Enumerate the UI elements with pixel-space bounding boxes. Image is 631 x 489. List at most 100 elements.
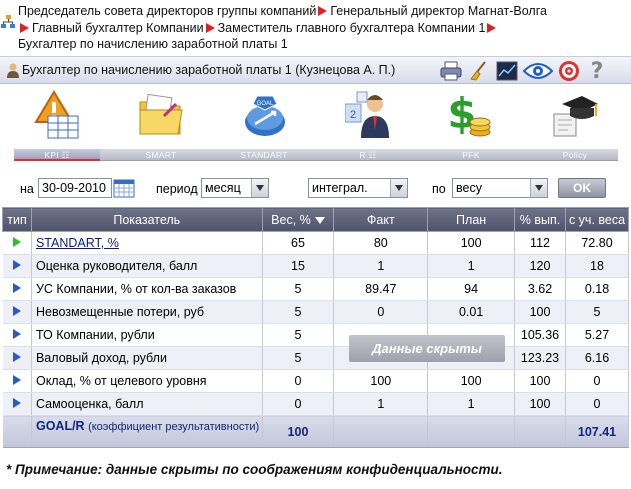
sort-label: по	[432, 182, 446, 196]
fact-cell: 100	[333, 369, 429, 393]
chevron-down-icon	[251, 179, 268, 197]
sort-value: весу	[456, 181, 482, 195]
play-blue-icon[interactable]	[12, 283, 21, 293]
weight-cell: 65	[262, 231, 335, 255]
table-row[interactable]: Самооценка, балл 0 1 1 100 0	[2, 392, 629, 416]
tab-kpi[interactable]: KPI ☷	[14, 149, 100, 161]
total-weight: 100	[262, 415, 335, 448]
sort-select[interactable]: весу	[452, 178, 548, 198]
help-icon[interactable]: ?	[585, 59, 609, 84]
play-green-icon[interactable]	[12, 237, 21, 247]
indicator-cell: STANDART, %	[31, 231, 263, 255]
indicator-name: УС Компании, % от кол-ва заказов	[35, 282, 237, 296]
breadcrumb: Председатель совета директоров группы ко…	[1, 3, 548, 53]
standart-goal-icon: GOAL	[245, 95, 285, 136]
plan-cell: 1	[427, 254, 516, 278]
indicator-name[interactable]: STANDART, %	[36, 236, 119, 250]
col-header-fact[interactable]: Факт	[333, 207, 429, 232]
svg-text:GOAL: GOAL	[257, 101, 274, 107]
pct-cell: 100	[514, 369, 566, 393]
row-type-cell	[2, 392, 32, 416]
filter-row: на 30-09-2010 период месяц интеграл. по …	[0, 178, 631, 200]
row-type-cell	[2, 323, 32, 347]
tab-pfk[interactable]: PFK	[428, 149, 514, 161]
confidentiality-note: * Примечание: данные скрыты по соображен…	[6, 462, 503, 477]
tab-policy[interactable]: Policy	[532, 149, 618, 161]
table-row[interactable]: ТО Компании, рубли 5 105.36 5.27	[2, 323, 629, 347]
row-type-cell	[2, 254, 32, 278]
breadcrumb-item[interactable]: Заместитель главного бухгалтера Компании…	[218, 21, 486, 35]
play-blue-icon[interactable]	[12, 306, 21, 316]
weight-cell: 15	[262, 254, 335, 278]
col-header-pct[interactable]: % вып.	[514, 207, 566, 232]
weighted-cell: 72.80	[565, 231, 629, 255]
table-row[interactable]: УС Компании, % от кол-ва заказов 5 89.47 94…	[2, 277, 629, 301]
play-blue-icon[interactable]	[12, 260, 21, 270]
fact-cell: 0	[333, 300, 429, 324]
col-header-type[interactable]: тип	[2, 207, 32, 232]
ok-button[interactable]: OK	[558, 178, 606, 198]
period-value: месяц	[205, 181, 241, 195]
calendar-icon[interactable]	[113, 178, 135, 198]
mode-select[interactable]: интеграл.	[308, 178, 408, 198]
breadcrumb-item[interactable]: Главный бухгалтер Компании	[32, 21, 204, 35]
row-type-cell	[2, 346, 32, 370]
col-header-weighted[interactable]: с уч. веса	[565, 207, 629, 232]
mode-value: интеграл.	[312, 181, 368, 195]
play-blue-icon[interactable]	[12, 352, 21, 362]
chart-window-icon[interactable]	[495, 59, 519, 83]
plan-cell: 1	[427, 392, 516, 416]
play-blue-icon[interactable]	[12, 329, 21, 339]
indicator-name: Оклад, % от целевого уровня	[35, 374, 207, 388]
indicator-name: Оценка руководителя, балл	[35, 259, 198, 273]
date-field[interactable]: 30-09-2010	[38, 178, 112, 198]
tab-standart[interactable]: STANDART	[221, 149, 307, 161]
eye-icon[interactable]	[523, 59, 553, 83]
svg-text:2: 2	[350, 109, 356, 121]
toolbar: ?	[439, 59, 609, 84]
printer-icon[interactable]	[439, 59, 463, 83]
pct-cell: 112	[514, 231, 566, 255]
table-row[interactable]: Валовый доход, рубли 5 123.23 6.16	[2, 346, 629, 370]
data-hidden-badge: Данные скрыты	[349, 335, 505, 362]
play-blue-icon[interactable]	[12, 375, 21, 385]
breadcrumb-item[interactable]: Председатель совета директоров группы ко…	[18, 4, 316, 18]
indicator-name: ТО Компании, рубли	[35, 328, 155, 342]
weight-cell: 5	[262, 346, 335, 370]
plan-cell: 100	[427, 369, 516, 393]
weighted-cell: 5.27	[565, 323, 629, 347]
tab-smart[interactable]: SMART	[118, 149, 204, 161]
col-header-weight[interactable]: Вес, %	[261, 207, 335, 232]
plan-cell: 94	[427, 277, 516, 301]
title-bar: Бухгалтер по начислению заработной платы…	[0, 56, 631, 84]
col-header-plan[interactable]: План	[427, 207, 516, 232]
pct-cell: 3.62	[514, 277, 566, 301]
pct-cell: 105.36	[514, 323, 566, 347]
pct-cell: 100	[514, 300, 566, 324]
period-select[interactable]: месяц	[201, 178, 269, 198]
table-row[interactable]: Невозмещенные потери, руб 5 0 0.01 100 5	[2, 300, 629, 324]
user-icon	[7, 63, 19, 78]
weighted-cell: 0	[565, 369, 629, 393]
play-blue-icon[interactable]	[12, 398, 21, 408]
table-row[interactable]: Оценка руководителя, балл 15 1 1 120 18	[2, 254, 629, 278]
weight-cell: 5	[262, 323, 335, 347]
row-type-cell	[2, 231, 32, 255]
table-row[interactable]: STANDART, % 65 80 100 112 72.80	[2, 231, 629, 255]
page-title: Бухгалтер по начислению заработной платы…	[22, 63, 396, 77]
table-row[interactable]: Оклад, % от целевого уровня 0 100 100 100 0	[2, 369, 629, 393]
tab-r[interactable]: R ☷	[325, 149, 411, 161]
indicator-cell: Оклад, % от целевого уровня	[31, 369, 263, 393]
r-person-icon: 2	[345, 91, 389, 138]
pct-cell: 120	[514, 254, 566, 278]
target-icon[interactable]	[557, 59, 581, 83]
col-header-indicator[interactable]: Показатель	[30, 207, 263, 232]
chevron-down-icon	[390, 179, 407, 197]
pfk-dollar-icon: $	[448, 90, 491, 138]
indicator-cell: Оценка руководителя, балл	[31, 254, 263, 278]
indicator-cell: Валовый доход, рубли	[31, 346, 263, 370]
breadcrumb-item[interactable]: Генеральный директор Магнат-Волга	[330, 4, 547, 18]
row-type-cell	[2, 369, 32, 393]
broom-icon[interactable]	[467, 59, 491, 83]
module-tab-labels: KPI ☷ SMART STANDART R ☷ PFK Policy	[14, 149, 618, 161]
